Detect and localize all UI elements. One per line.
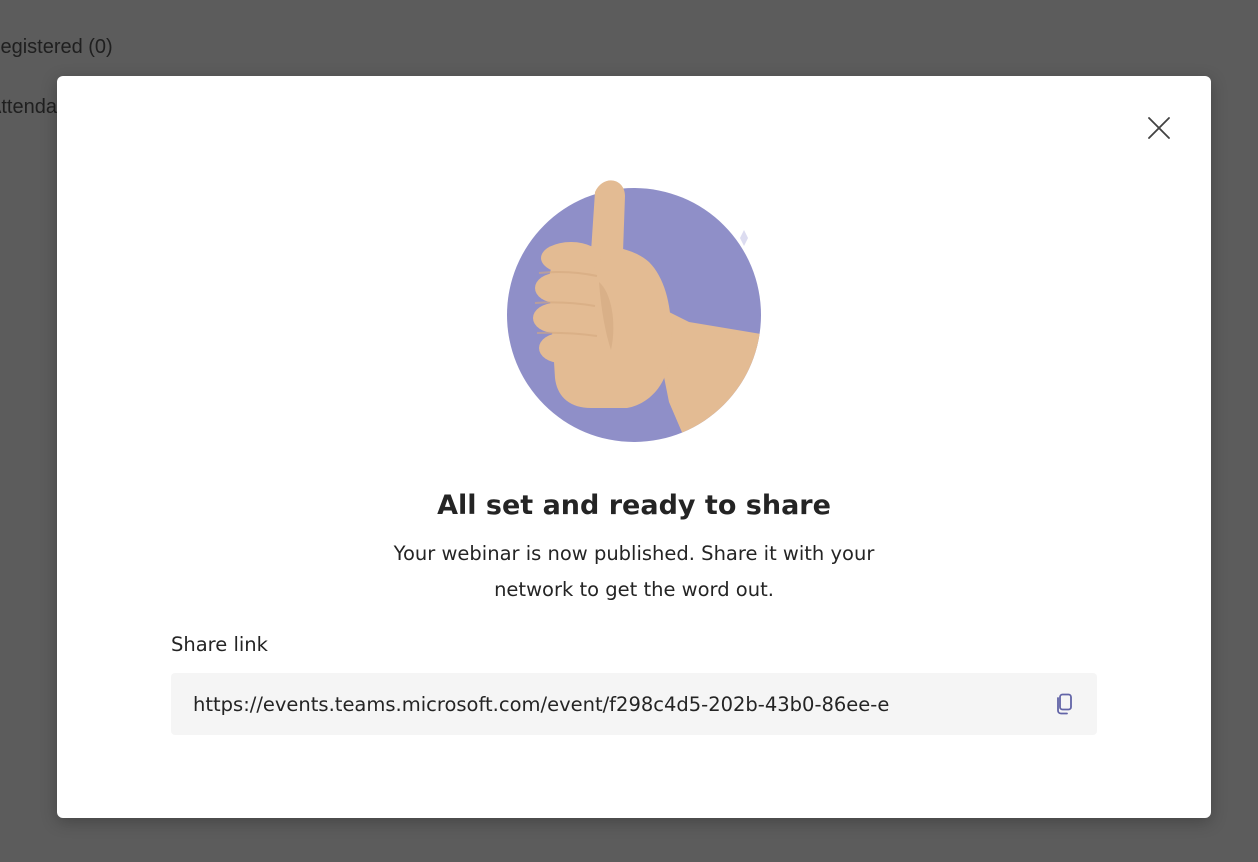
share-dialog: All set and ready to share Your webinar … bbox=[57, 76, 1211, 818]
subtitle-line-2: network to get the word out. bbox=[494, 578, 774, 601]
close-button[interactable] bbox=[1143, 112, 1175, 144]
subtitle-line-1: Your webinar is now published. Share it … bbox=[393, 542, 875, 565]
dialog-title: All set and ready to share bbox=[437, 490, 831, 521]
close-icon bbox=[1148, 117, 1170, 139]
share-link-label: Share link bbox=[171, 633, 268, 656]
share-link-text[interactable]: https://events.teams.microsoft.com/event… bbox=[193, 693, 1049, 716]
copy-icon bbox=[1057, 693, 1072, 715]
background-registered-tab: Registered (0) bbox=[0, 36, 113, 58]
share-link-field[interactable]: https://events.teams.microsoft.com/event… bbox=[171, 673, 1097, 735]
thumbs-up-illustration bbox=[507, 180, 769, 442]
dialog-subtitle: Your webinar is now published. Share it … bbox=[334, 536, 934, 608]
copy-link-button[interactable] bbox=[1051, 690, 1077, 718]
